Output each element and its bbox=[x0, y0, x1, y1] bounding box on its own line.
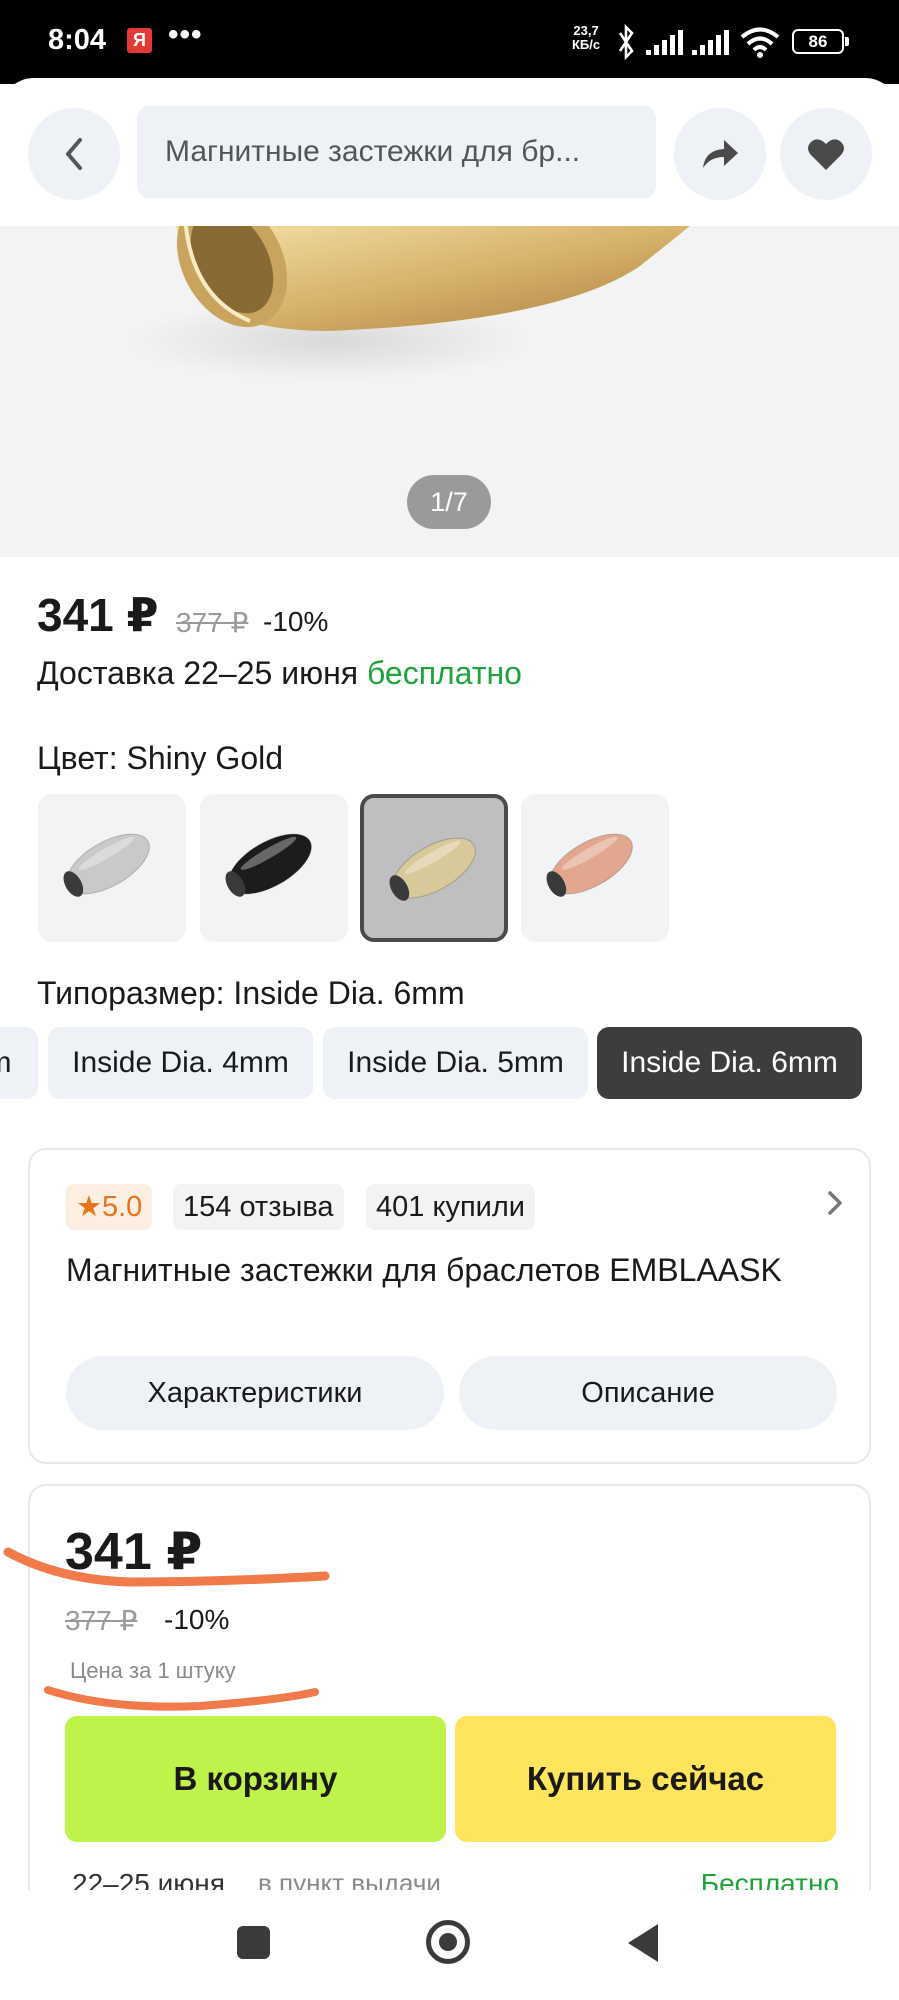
bluetooth-icon bbox=[618, 24, 634, 60]
color-swatch-rose-gold[interactable] bbox=[521, 794, 669, 942]
buy-now-button[interactable]: Купить сейчас bbox=[455, 1716, 836, 1842]
network-speed-value: 23,7 bbox=[573, 23, 599, 38]
network-speed-unit: КБ/с bbox=[572, 37, 601, 52]
share-icon bbox=[703, 140, 738, 168]
yandex-app-icon: Я bbox=[127, 28, 152, 53]
color-swatch-silver[interactable] bbox=[38, 794, 186, 942]
add-to-cart-button[interactable]: В корзину bbox=[65, 1716, 446, 1842]
favorite-button[interactable] bbox=[780, 108, 872, 200]
wifi-icon bbox=[740, 27, 780, 58]
image-counter: 1/7 bbox=[407, 475, 491, 529]
share-button[interactable] bbox=[674, 108, 766, 200]
annotation-strokes bbox=[3, 1547, 330, 1711]
bought-count: 401 купили bbox=[366, 1184, 535, 1230]
star-icon: ★ bbox=[76, 1191, 102, 1223]
product-info-card[interactable]: ★5.0 154 отзыва 401 купили Магнитные зас… bbox=[28, 1148, 871, 1464]
product-title: Магнитные застежки для браслетов EMBLAAS… bbox=[66, 1252, 782, 1288]
chevron-right-icon[interactable] bbox=[825, 1188, 845, 1218]
reviews-count[interactable]: 154 отзыва bbox=[173, 1184, 344, 1230]
recents-square-icon[interactable] bbox=[237, 1926, 270, 1959]
system-navigation-bar bbox=[0, 1890, 899, 2000]
heart-icon bbox=[808, 139, 844, 170]
top-app-bar: Магнитные застежки для бр... bbox=[0, 78, 899, 226]
search-field[interactable]: Магнитные застежки для бр... bbox=[137, 106, 656, 198]
clasp-thumbnail-icon bbox=[546, 833, 633, 897]
home-circle-icon[interactable] bbox=[426, 1920, 470, 1964]
size-chip-4mm[interactable]: Inside Dia. 4mm bbox=[48, 1027, 313, 1099]
discount-percent: -10% bbox=[263, 606, 329, 637]
size-chip-5mm[interactable]: Inside Dia. 5mm bbox=[323, 1027, 588, 1099]
current-price: 341 ₽ bbox=[37, 589, 159, 641]
product-image-gallery[interactable]: 1/7 bbox=[0, 226, 899, 557]
description-button[interactable]: Описание bbox=[459, 1356, 837, 1430]
size-chip-3mm[interactable]: m bbox=[0, 1027, 38, 1099]
specifications-button[interactable]: Характеристики bbox=[66, 1356, 444, 1430]
rating-badge: ★5.0 bbox=[66, 1184, 153, 1230]
delivery-free-label: бесплатно bbox=[366, 655, 522, 691]
clasp-thumbnail-icon bbox=[389, 837, 476, 901]
delivery-dates: Доставка 22–25 июня bbox=[37, 655, 359, 691]
size-label: Типоразмер: Inside Dia. 6mm bbox=[37, 975, 465, 1011]
status-time: 8:04 bbox=[48, 24, 107, 56]
status-bar: 8:04 Я ••• 23,7 КБ/с 86 bbox=[0, 0, 899, 84]
back-button[interactable] bbox=[28, 108, 120, 200]
old-price: 377 ₽ bbox=[176, 607, 249, 638]
delivery-info: Доставка 22–25 июня бесплатно bbox=[37, 655, 522, 692]
clasp-thumbnail-icon bbox=[63, 833, 150, 897]
signal-2-icon bbox=[692, 30, 729, 55]
size-chip-6mm[interactable]: Inside Dia. 6mm bbox=[597, 1027, 862, 1099]
back-triangle-icon[interactable] bbox=[628, 1924, 658, 1962]
color-label: Цвет: Shiny Gold bbox=[37, 740, 284, 776]
battery-indicator: 86 bbox=[792, 29, 849, 54]
more-notifications-icon: ••• bbox=[168, 18, 203, 51]
color-swatch-shiny-gold[interactable] bbox=[360, 794, 508, 942]
chevron-left-icon bbox=[66, 138, 82, 170]
network-speed: 23,7 КБ/с bbox=[572, 24, 600, 52]
clasp-thumbnail-icon bbox=[225, 833, 312, 897]
signal-1-icon bbox=[646, 30, 683, 55]
color-swatch-black[interactable] bbox=[200, 794, 348, 942]
rating-value: 5.0 bbox=[102, 1191, 143, 1223]
